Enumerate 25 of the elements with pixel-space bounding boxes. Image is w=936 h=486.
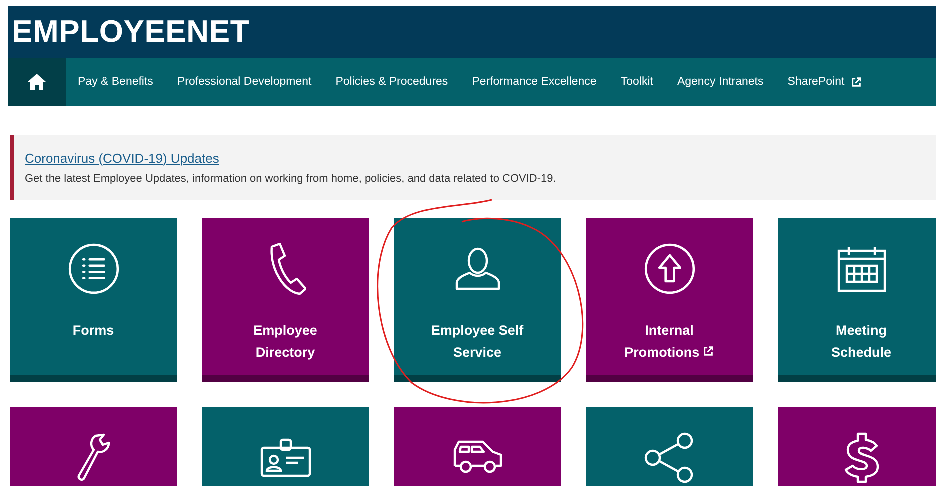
- share-icon: [644, 432, 696, 484]
- site-title: EMPLOYEENET: [12, 14, 250, 50]
- nav-link[interactable]: Pay & Benefits: [66, 58, 166, 106]
- home-icon: [28, 74, 46, 90]
- tile[interactable]: Employee Directory: [202, 218, 369, 382]
- tile[interactable]: Forms: [10, 218, 177, 382]
- alert-text: Get the latest Employee Updates, information on working from home, policies, and data related to COVID-19.: [25, 172, 556, 184]
- tile[interactable]: Internal Promotions: [586, 218, 753, 382]
- car-icon: [452, 440, 504, 476]
- nav-link[interactable]: Toolkit: [608, 58, 666, 106]
- home-button[interactable]: [8, 58, 66, 106]
- nav-link[interactable]: Agency Intranets: [665, 58, 776, 106]
- dollar-icon: [844, 432, 880, 484]
- list-icon: [68, 243, 120, 295]
- tile[interactable]: Employee Self Service: [394, 218, 561, 382]
- external-link-icon: [850, 76, 862, 88]
- nav-link[interactable]: Professional Development: [165, 58, 324, 106]
- nav-link[interactable]: Performance Excellence: [460, 58, 609, 106]
- calendar-icon: [836, 245, 888, 293]
- nav-link[interactable]: SharePoint: [776, 58, 874, 106]
- id-badge-icon: [260, 438, 312, 478]
- nav-link[interactable]: Policies & Procedures: [324, 58, 460, 106]
- tile[interactable]: Meeting Schedule: [778, 218, 936, 382]
- external-link-icon: [703, 346, 714, 357]
- alert-link[interactable]: Coronavirus (COVID-19) Updates: [25, 150, 220, 166]
